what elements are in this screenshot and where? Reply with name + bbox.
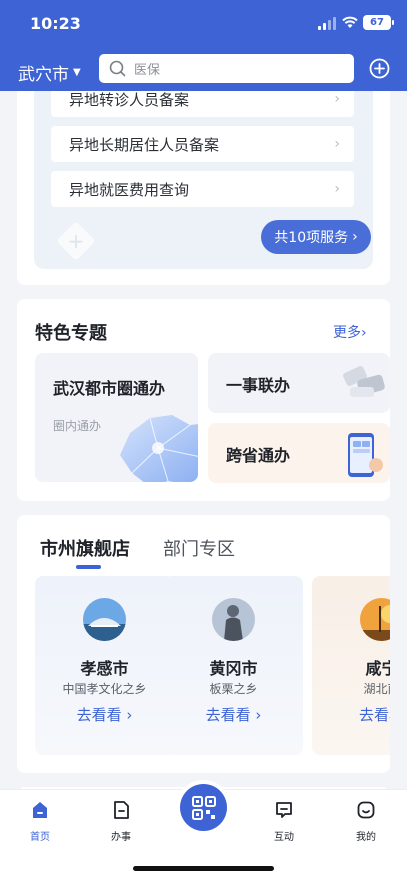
chevron-right-icon: ›: [352, 229, 358, 245]
app-header: 10:23 67 武穴市 ▼ 医保: [0, 0, 407, 91]
nav-profile[interactable]: 我的: [340, 800, 392, 843]
view-link-label: 去看看: [76, 706, 122, 724]
service-item-label: 异地就医费用查询: [69, 180, 190, 199]
search-placeholder: 医保: [134, 63, 161, 78]
city-name: 孝感市: [80, 659, 129, 678]
more-label: 更多: [333, 325, 361, 341]
feature-title: 一事联办: [226, 376, 291, 395]
feature-title: 武汉都市圈通办: [53, 379, 166, 398]
nav-home[interactable]: 首页: [14, 800, 66, 843]
city-card[interactable]: 黄冈市 板栗之乡 去看看 ›: [164, 576, 303, 755]
active-tab-indicator: [76, 565, 101, 569]
city-label: 武穴市: [18, 65, 69, 85]
tab-department-zone[interactable]: 部门专区: [163, 535, 235, 561]
view-link[interactable]: 去看看: [312, 704, 390, 725]
all-services-label: 共10项服务: [274, 230, 349, 246]
phone-illustration-icon: [348, 433, 383, 477]
section-title: 特色专题: [35, 323, 107, 344]
service-list-card: 异地转诊人员备案 › 异地长期居住人员备案 › 异地就医费用查询 › 共10项服…: [17, 81, 390, 285]
service-item-label: 异地长期居住人员备案: [69, 135, 220, 154]
home-icon: [33, 802, 47, 818]
handshake-illustration-icon: [343, 365, 385, 397]
more-link[interactable]: 更多›: [333, 322, 367, 342]
nav-label: 我的: [356, 832, 376, 843]
view-link[interactable]: 去看看 ›: [164, 704, 303, 725]
service-list-panel: 异地转诊人员备案 › 异地长期居住人员备案 › 异地就医费用查询 › 共10项服…: [34, 81, 373, 269]
smile-profile-icon: [357, 801, 375, 819]
chevron-right-icon: ›: [334, 91, 340, 107]
map-region-icon: [120, 415, 198, 482]
city-avatar: [83, 598, 126, 641]
status-bar: 10:23 67: [0, 14, 407, 34]
nav-label: 首页: [30, 832, 50, 843]
nav-label: 互动: [274, 832, 294, 843]
qr-code-icon: [191, 795, 216, 820]
city-desc: 湖北南: [363, 682, 390, 696]
service-item[interactable]: 异地就医费用查询 ›: [51, 171, 354, 207]
city-card[interactable]: 孝感市 中国孝文化之乡 去看看 ›: [35, 576, 174, 755]
city-desc: 板栗之乡: [209, 682, 258, 696]
view-link[interactable]: 去看看 ›: [35, 704, 174, 725]
city-stores-card: 市州旗舰店 部门专区 孝感市 中国孝文化之乡 去看看 › 黄冈市 板栗之乡 去看…: [17, 515, 390, 773]
add-circle-icon[interactable]: [369, 58, 390, 79]
feature-title: 跨省通办: [226, 446, 291, 465]
battery-icon: 67: [363, 15, 394, 30]
view-link-label: 去看看: [205, 706, 251, 724]
search-icon: [109, 60, 126, 77]
caret-down-icon: ▼: [73, 67, 81, 78]
nav-interaction[interactable]: 互动: [258, 800, 310, 843]
chevron-right-icon: ›: [334, 136, 340, 152]
wuhan-metro-card[interactable]: 武汉都市圈通办 圈内通办: [35, 353, 198, 482]
cross-province-card[interactable]: 跨省通办: [208, 423, 390, 483]
city-name: 咸宁: [365, 659, 390, 678]
tab-city-stores[interactable]: 市州旗舰店: [40, 535, 130, 561]
chevron-right-icon: ›: [361, 325, 367, 341]
search-bar[interactable]: 医保: [99, 54, 354, 83]
chat-icon: [276, 802, 292, 818]
chevron-right-icon: ›: [334, 181, 340, 197]
status-time: 10:23: [30, 14, 81, 33]
city-desc: 中国孝文化之乡: [62, 682, 147, 696]
service-item-label: 异地转诊人员备案: [69, 90, 190, 109]
scan-qr-button[interactable]: [180, 784, 227, 831]
wifi-icon: [342, 16, 358, 28]
nav-label: 办事: [111, 832, 131, 843]
city-avatar: [360, 598, 390, 641]
city-card[interactable]: 咸宁 湖北南 去看看: [312, 576, 390, 755]
city-selector[interactable]: 武穴市 ▼: [18, 60, 81, 85]
decorative-plus-icon: [56, 221, 96, 261]
all-services-button[interactable]: 共10项服务 ›: [261, 220, 371, 254]
feature-subtitle: 圈内通办: [53, 419, 102, 433]
city-avatar: [212, 598, 255, 641]
city-name: 黄冈市: [209, 659, 258, 678]
cellular-signal-icon: [318, 17, 338, 30]
home-indicator: [133, 866, 274, 871]
nav-services[interactable]: 办事: [95, 800, 147, 843]
featured-topics-card: 特色专题 更多› 武汉都市圈通办 圈内通办 一事联办 跨省通办: [17, 299, 390, 501]
document-icon: [114, 801, 129, 819]
service-item[interactable]: 异地长期居住人员备案 ›: [51, 126, 354, 162]
one-matter-card[interactable]: 一事联办: [208, 353, 390, 413]
view-link-label: 去看看: [358, 706, 390, 724]
